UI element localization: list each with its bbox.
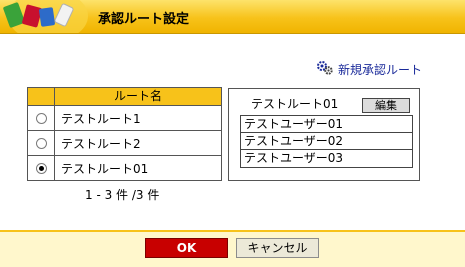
route-name: テストルート1 xyxy=(61,111,141,126)
footer-bar: OK キャンセル xyxy=(0,230,465,267)
route-user-list: テストユーザー01 テストユーザー02 テストユーザー03 xyxy=(240,115,413,168)
route-radio[interactable] xyxy=(35,112,47,124)
radio-cell[interactable] xyxy=(28,156,55,181)
route-name: テストルート2 xyxy=(61,136,141,151)
route-detail-title: テストルート01 xyxy=(251,97,339,111)
route-row[interactable]: テストルート1 xyxy=(28,106,221,131)
radio-cell[interactable] xyxy=(28,131,55,155)
new-route-label: 新規承認ルート xyxy=(338,63,423,77)
route-name-column-header: ルート名 xyxy=(55,88,221,105)
user-list-item: テストユーザー02 xyxy=(241,133,412,150)
route-row[interactable]: テストルート2 xyxy=(28,131,221,156)
route-detail-panel: テストルート01 編集 テストユーザー01 テストユーザー02 テストユーザー0… xyxy=(228,88,420,181)
cancel-button[interactable]: キャンセル xyxy=(236,238,319,258)
radio-cell[interactable] xyxy=(28,106,55,130)
user-list-item: テストユーザー01 xyxy=(241,116,412,133)
route-radio[interactable] xyxy=(35,137,47,149)
route-table-header: ルート名 xyxy=(28,88,221,106)
gears-icon xyxy=(316,60,334,79)
ok-button[interactable]: OK xyxy=(145,238,228,258)
edit-button[interactable]: 編集 xyxy=(362,98,410,113)
result-count: 1 - 3 件 /3 件 xyxy=(85,188,160,202)
user-list-item: テストユーザー03 xyxy=(244,151,344,165)
page-title: 承認ルート設定 xyxy=(98,12,190,27)
books-logo-icon xyxy=(0,0,88,33)
route-name: テストルート01 xyxy=(61,162,149,176)
route-table: ルート名 テストルート1 テストルート2 テストルート01 xyxy=(27,87,222,181)
route-row[interactable]: テストルート01 xyxy=(28,156,221,181)
header-bar: 承認ルート設定 xyxy=(0,0,465,34)
radio-column-header xyxy=(28,88,55,105)
route-radio-selected[interactable] xyxy=(35,163,47,174)
new-route-link[interactable]: 新規承認ルート xyxy=(316,60,422,79)
